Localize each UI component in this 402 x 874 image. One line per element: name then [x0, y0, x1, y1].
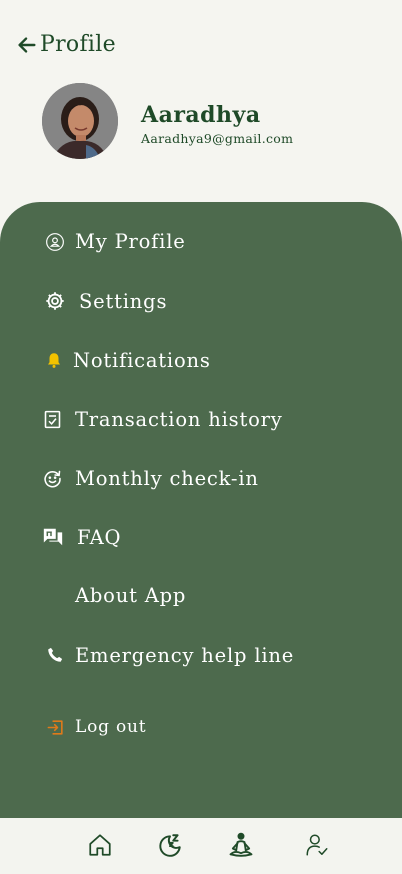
menu-item-about-app[interactable]: About App	[75, 584, 186, 607]
menu-item-notifications[interactable]: Notifications	[43, 348, 211, 372]
menu-item-label: Monthly check-in	[75, 466, 259, 490]
menu-item-monthly-check-in[interactable]: Monthly check-in	[40, 466, 259, 490]
side-menu: My Profile Settings Notifications Transa…	[0, 202, 402, 818]
menu-item-label: Emergency help line	[75, 643, 295, 667]
smile-refresh-icon	[40, 466, 64, 490]
nav-account[interactable]	[302, 830, 332, 860]
menu-item-emergency-help-line[interactable]: Emergency help line	[44, 643, 294, 667]
profile-header: Profile Aaradhya Aaradhya9@gmail.com	[0, 0, 402, 210]
menu-item-label: My Profile	[75, 230, 186, 253]
chat-bubbles-icon	[41, 525, 65, 549]
menu-item-label: Settings	[79, 289, 168, 313]
bottom-nav	[0, 818, 402, 874]
home-icon	[89, 834, 111, 856]
nav-meditation[interactable]	[226, 830, 256, 860]
phone-icon	[44, 643, 66, 667]
gear-icon	[43, 289, 67, 313]
nav-home[interactable]	[85, 830, 115, 860]
back-button[interactable]: Profile	[16, 32, 116, 57]
user-circle-icon	[44, 231, 66, 253]
user-name: Aaradhya	[141, 102, 261, 128]
logout-button[interactable]: Log out	[44, 715, 146, 739]
menu-item-my-profile[interactable]: My Profile	[44, 230, 186, 253]
logout-icon	[44, 715, 66, 739]
menu-item-label: About App	[75, 584, 187, 607]
nav-sleep[interactable]	[155, 830, 185, 860]
avatar	[42, 83, 118, 159]
menu-item-settings[interactable]: Settings	[43, 289, 167, 313]
meditation-icon	[229, 832, 253, 857]
user-email: Aaradhya9@gmail.com	[141, 131, 294, 146]
page-title: Profile	[40, 32, 116, 57]
logout-label: Log out	[75, 717, 147, 737]
moon-sleep-icon	[159, 834, 181, 857]
menu-item-label: FAQ	[77, 525, 122, 549]
menu-item-label: Notifications	[73, 348, 211, 372]
menu-item-label: Transaction history	[75, 407, 283, 431]
user-check-icon	[306, 834, 328, 856]
bell-icon	[43, 348, 65, 372]
menu-item-transaction-history[interactable]: Transaction history	[40, 407, 283, 431]
arrow-left-icon	[18, 36, 36, 53]
menu-item-faq[interactable]: FAQ	[41, 525, 121, 549]
receipt-check-icon	[40, 407, 64, 431]
